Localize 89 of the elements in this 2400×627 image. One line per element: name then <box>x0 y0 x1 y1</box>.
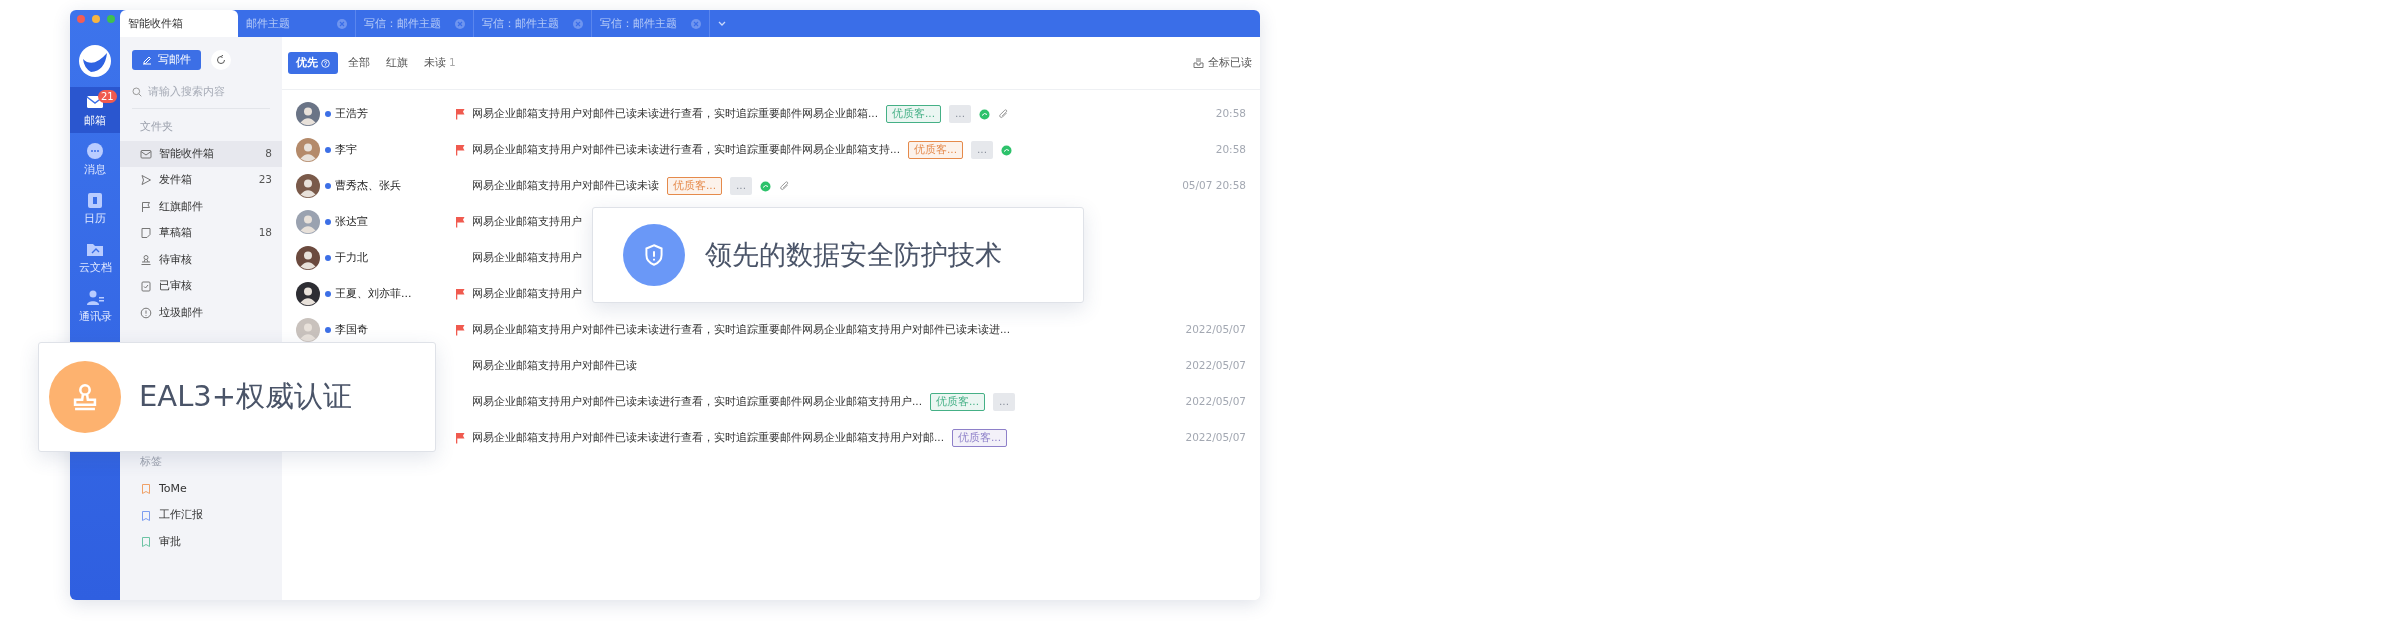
email-subject: 网易企业邮箱支持用户对邮件已读未读进行查看，实时追踪重要邮件网易企业邮箱支持... <box>472 142 900 158</box>
sidebar-nav-item[interactable]: 通讯录 <box>70 283 120 329</box>
section-title: 标签 <box>139 454 163 469</box>
email-subject: 网易企业邮箱支持用户对邮件已读未读 <box>472 178 659 194</box>
folder-item[interactable]: 智能收件箱 8 <box>120 140 282 167</box>
sidebar-nav-item[interactable]: 云文档 <box>70 234 120 280</box>
email-subject: 网易企业邮箱支持用户 <box>472 250 582 266</box>
section-title: 文件夹 <box>139 118 174 134</box>
refresh-button[interactable] <box>211 50 231 70</box>
timestamp: 2022/05/07 <box>1184 358 1246 374</box>
refresh-icon <box>216 55 226 65</box>
filter-tab[interactable]: 未读 1 <box>418 52 462 74</box>
filter-tab[interactable]: 优先 <box>288 52 338 74</box>
sidebar-nav-item[interactable]: 日历 <box>70 185 120 231</box>
compose-button[interactable]: 写邮件 <box>132 50 201 70</box>
sender-name: 李宇 <box>335 141 357 158</box>
filter-tab[interactable]: 全部 <box>342 52 376 74</box>
unread-count: 1 <box>449 55 456 71</box>
alert-circle-icon <box>140 306 152 319</box>
filter-tab[interactable]: 红旗 <box>380 52 414 74</box>
badge-count: 21 <box>98 90 117 103</box>
tag: 优质客... <box>952 429 1008 447</box>
search-field[interactable]: 请输入搜索内容 <box>148 84 268 100</box>
minimize-light[interactable] <box>92 15 100 23</box>
tag: 优质客... <box>667 177 722 195</box>
timestamp: 2022/05/07 <box>1184 394 1246 410</box>
item-count: 8 <box>265 145 272 161</box>
flag-icon <box>140 200 152 213</box>
sender-name: 于力北 <box>335 249 368 266</box>
timestamp: 2022/05/07 <box>1184 322 1246 338</box>
mark-all-read-button[interactable]: 全标已读 <box>1193 55 1252 71</box>
item-count: 18 <box>258 225 272 241</box>
close-light[interactable] <box>77 15 85 23</box>
avatar-icon <box>296 210 320 234</box>
sidebar-nav-item[interactable]: 消息 <box>70 136 120 182</box>
avatar-icon <box>296 102 320 126</box>
more-tag: ... <box>949 105 972 123</box>
inbox-tray-icon <box>1193 58 1204 68</box>
avatar-icon <box>296 246 320 270</box>
stamp-icon <box>140 253 152 266</box>
label-item[interactable]: 工作汇报 <box>120 502 282 529</box>
timestamp: 05/07 20:58 <box>1181 178 1246 194</box>
send-icon <box>140 174 152 187</box>
email-subject: 网易企业邮箱支持用户对邮件已读 <box>472 358 637 374</box>
clipboard-check-icon <box>140 280 152 293</box>
avatar-icon <box>296 138 320 162</box>
more-tag: ... <box>971 141 994 159</box>
tag: 优质客... <box>908 141 964 159</box>
email-subject: 网易企业邮箱支持用户对邮件已读未读进行查看，实时追踪重要邮件网易企业邮箱支持用户对邮... <box>472 430 944 446</box>
item-count: 23 <box>258 172 272 188</box>
folder-item[interactable]: 草稿箱 18 <box>120 220 282 247</box>
pen-icon <box>142 55 152 65</box>
email-subject: 网易企业邮箱支持用户 <box>472 214 582 230</box>
sender-name: 王浩芳 <box>335 105 368 122</box>
sender-name: 王夏、刘亦菲... <box>335 285 412 302</box>
label-item[interactable]: 审批 <box>120 528 282 556</box>
folder-item[interactable]: 待审核 <box>120 246 282 273</box>
more-tag: ... <box>730 177 753 195</box>
email-subject: 网易企业邮箱支持用户 <box>472 286 582 302</box>
sidebar-nav-item[interactable]: 邮箱 21 <box>70 87 120 133</box>
email-subject: 网易企业邮箱支持用户对邮件已读未读进行查看，实时追踪重要邮件网易企业邮箱... <box>472 106 878 122</box>
email-subject: 网易企业邮箱支持用户对邮件已读未读进行查看，实时追踪重要邮件网易企业邮箱支持用户... <box>472 394 922 410</box>
folder-item[interactable]: 红旗邮件 <box>120 193 282 220</box>
label-item[interactable]: ToMe <box>120 475 282 503</box>
app-logo <box>79 45 111 77</box>
avatar-icon <box>296 282 320 306</box>
more-tag: ... <box>993 393 1016 411</box>
draft-icon <box>140 227 152 240</box>
search-icon <box>132 86 142 97</box>
tag: 优质客... <box>930 393 986 411</box>
timestamp: 20:58 <box>1214 106 1246 122</box>
email-subject: 网易企业邮箱支持用户对邮件已读未读进行查看，实时追踪重要邮件网易企业邮箱支持用户对邮件已读未读进... <box>472 322 1010 338</box>
maximize-light[interactable] <box>107 15 115 23</box>
feature-title: 领先的数据安全防护技术 <box>705 237 1002 272</box>
sender-name: 曹秀杰、张兵 <box>335 177 401 194</box>
avatar-icon <box>296 318 320 342</box>
folder-item[interactable]: 垃圾邮件 <box>120 299 282 326</box>
timestamp: 2022/05/07 <box>1184 430 1246 446</box>
tab[interactable]: 智能收件箱 <box>120 10 238 37</box>
tag: 优质客... <box>886 105 942 123</box>
chat-icon <box>85 140 105 161</box>
folder-item[interactable]: 已审核 <box>120 273 282 300</box>
sender-name: 张达宣 <box>335 213 368 230</box>
sender-name: 李国奇 <box>335 321 368 338</box>
timestamp: 20:58 <box>1214 142 1246 158</box>
avatar-icon <box>296 174 320 198</box>
folder-item[interactable]: 发件箱 23 <box>120 167 282 194</box>
inbox-icon <box>140 147 152 160</box>
feature-title: EAL3+权威认证 <box>139 378 353 416</box>
